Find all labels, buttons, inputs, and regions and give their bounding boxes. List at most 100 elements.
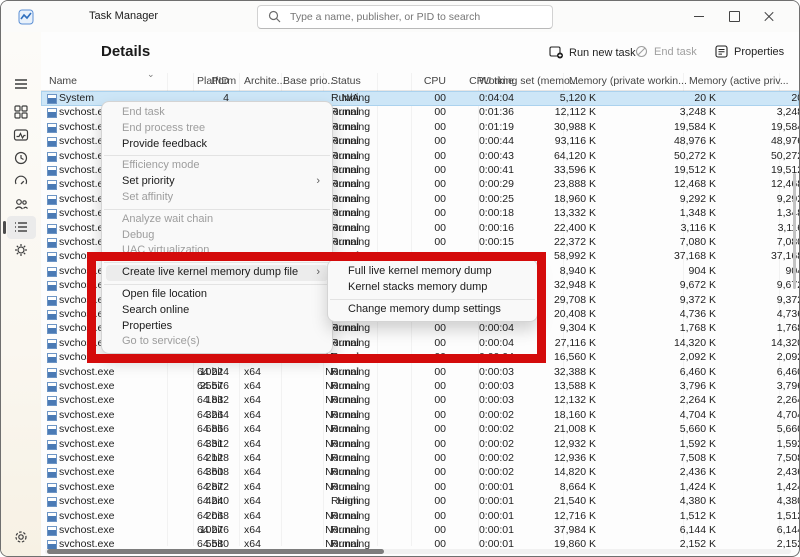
sidebar-item-startup-apps[interactable] bbox=[13, 173, 29, 189]
properties-icon bbox=[715, 45, 728, 58]
table-row[interactable]: svchost.exe212864 bitx64NormalRunning000… bbox=[41, 451, 799, 466]
cell-ws: 14,820 K bbox=[554, 466, 596, 478]
cell-cpu: 00 bbox=[434, 150, 446, 162]
table-header: ⌄ NamePIDPlatformArchite...Base prio...S… bbox=[41, 73, 799, 91]
process-icon bbox=[47, 267, 57, 277]
search-box[interactable] bbox=[257, 5, 553, 29]
cell-memp: 37,168 K bbox=[674, 250, 716, 262]
menu-item-set-priority[interactable]: Set priority› bbox=[106, 174, 328, 190]
cell-mema: 6,144 K bbox=[777, 524, 799, 536]
cell-mema: 2,436 K bbox=[777, 466, 799, 478]
cell-mema: 50,272 K bbox=[771, 150, 799, 162]
properties-button[interactable]: Properties bbox=[715, 45, 784, 65]
table-row[interactable]: svchost.exe1022464 bitx64NormalRunning00… bbox=[41, 365, 799, 380]
sidebar-item-app-history[interactable] bbox=[13, 150, 29, 166]
table-row[interactable]: svchost.exe206864 bitx64NormalRunning000… bbox=[41, 509, 799, 524]
process-icon bbox=[47, 296, 57, 306]
cell-cpu: 00 bbox=[434, 510, 446, 522]
table-row[interactable]: svchost.exe1027664 bitx64NormalRunning00… bbox=[41, 523, 799, 538]
settings-gear-icon[interactable] bbox=[13, 529, 29, 545]
menu-item-label: End process tree bbox=[122, 121, 205, 137]
sort-chevron-icon: ⌄ bbox=[147, 69, 155, 80]
cell-memp: 1,348 K bbox=[680, 207, 716, 219]
cell-memp: 48,976 K bbox=[674, 135, 716, 147]
cell-platform: 64 bit bbox=[197, 438, 223, 450]
cell-arch: x64 bbox=[244, 495, 261, 507]
cell-name: svchost.exe bbox=[59, 409, 114, 421]
cell-cpu: 00 bbox=[434, 121, 446, 133]
horizontal-scrollbar[interactable] bbox=[45, 549, 791, 554]
cell-ws: 29,708 K bbox=[554, 294, 596, 306]
cell-ws: 9,304 K bbox=[560, 322, 596, 334]
cell-ws: 18,960 K bbox=[554, 193, 596, 205]
cell-ws: 21,540 K bbox=[554, 495, 596, 507]
column-header-priority[interactable]: Base prio... bbox=[283, 75, 336, 87]
menu-item-provide-feedback[interactable]: Provide feedback bbox=[106, 137, 328, 153]
table-row[interactable]: svchost.exe326464 bitx64NormalRunning000… bbox=[41, 408, 799, 423]
table-row[interactable]: svchost.exe2557664 bitx64NormalRunning00… bbox=[41, 379, 799, 394]
cell-platform: 64 bit bbox=[197, 366, 223, 378]
minimize-icon bbox=[694, 16, 704, 17]
process-icon bbox=[47, 353, 57, 363]
cell-ws: 13,588 K bbox=[554, 380, 596, 392]
cell-platform: 64 bit bbox=[197, 380, 223, 392]
sidebar-item-users[interactable] bbox=[13, 196, 29, 212]
minimize-button[interactable] bbox=[682, 1, 716, 31]
column-header-name[interactable]: Name bbox=[49, 75, 77, 87]
menu-item-label: Set priority bbox=[122, 174, 175, 190]
sidebar-item-services[interactable] bbox=[13, 242, 29, 258]
cell-mema: 1,592 K bbox=[777, 438, 799, 450]
cell-ws: 33,596 K bbox=[554, 164, 596, 176]
cell-mema: 20 K bbox=[791, 92, 799, 104]
table-row[interactable]: svchost.exe183264 bitx64NormalRunning000… bbox=[41, 393, 799, 408]
cell-ws: 64,120 K bbox=[554, 150, 596, 162]
cell-name: System bbox=[59, 92, 94, 104]
cell-ws: 12,716 K bbox=[554, 510, 596, 522]
cell-memp: 4,704 K bbox=[680, 409, 716, 421]
cell-status: Running bbox=[331, 92, 370, 104]
search-input[interactable] bbox=[288, 7, 547, 27]
cell-memp: 2,092 K bbox=[680, 351, 716, 363]
run-new-task-button[interactable]: Run new task bbox=[549, 45, 636, 65]
hamburger-menu-icon[interactable] bbox=[13, 76, 29, 92]
sidebar-item-processes[interactable] bbox=[13, 104, 29, 120]
table-row[interactable]: svchost.exe287264 bitx64NormalRunning000… bbox=[41, 480, 799, 495]
table-row[interactable]: svchost.exe685664 bitx64NormalRunning000… bbox=[41, 422, 799, 437]
vertical-scrollbar[interactable] bbox=[793, 173, 796, 289]
column-header-cpu[interactable]: CPU bbox=[424, 75, 446, 87]
cell-ws: 93,116 K bbox=[555, 135, 596, 147]
cell-name: svchost.exe bbox=[59, 423, 114, 435]
cell-cputime: 0:04:04 bbox=[479, 92, 514, 104]
cell-ws: 32,948 K bbox=[554, 279, 596, 291]
cell-name: svchost.exe bbox=[59, 366, 114, 378]
table-row[interactable]: svchost.exe331264 bitx64NormalRunning000… bbox=[41, 437, 799, 452]
cell-ws: 12,112 K bbox=[555, 106, 596, 118]
cell-mema: 2,264 K bbox=[777, 394, 799, 406]
horizontal-scrollbar-thumb[interactable] bbox=[47, 549, 384, 554]
table-row[interactable]: svchost.exe360864 bitx64NormalRunning000… bbox=[41, 465, 799, 480]
cell-cputime: 0:00:43 bbox=[479, 150, 514, 162]
cell-cpu: 00 bbox=[434, 409, 446, 421]
column-header-memp[interactable]: Memory (private workin... bbox=[569, 75, 687, 87]
maximize-button[interactable] bbox=[717, 1, 751, 31]
process-icon bbox=[47, 382, 57, 392]
process-icon bbox=[47, 281, 57, 291]
sidebar-item-details[interactable] bbox=[13, 219, 29, 235]
cell-mema: 1,424 K bbox=[777, 481, 799, 493]
sidebar-item-performance[interactable] bbox=[13, 127, 29, 143]
cell-cpu: 00 bbox=[434, 495, 446, 507]
close-button[interactable] bbox=[752, 1, 786, 31]
column-header-arch[interactable]: Archite... bbox=[244, 75, 285, 87]
process-icon bbox=[47, 94, 57, 104]
process-icon bbox=[47, 339, 57, 349]
column-header-platform[interactable]: Platform bbox=[197, 75, 236, 87]
cell-cpu: 00 bbox=[434, 222, 446, 234]
cell-mema: 1,768 K bbox=[777, 322, 799, 334]
cell-memp: 19,512 K bbox=[674, 164, 716, 176]
process-icon bbox=[47, 108, 57, 118]
process-icon bbox=[47, 310, 57, 320]
table-row[interactable]: svchost.exe424064 bitx64HighRunning000:0… bbox=[41, 494, 799, 509]
cell-arch: x64 bbox=[244, 524, 261, 536]
column-header-status[interactable]: Status bbox=[331, 75, 361, 87]
column-header-mema[interactable]: Memory (active priv... bbox=[689, 75, 789, 87]
